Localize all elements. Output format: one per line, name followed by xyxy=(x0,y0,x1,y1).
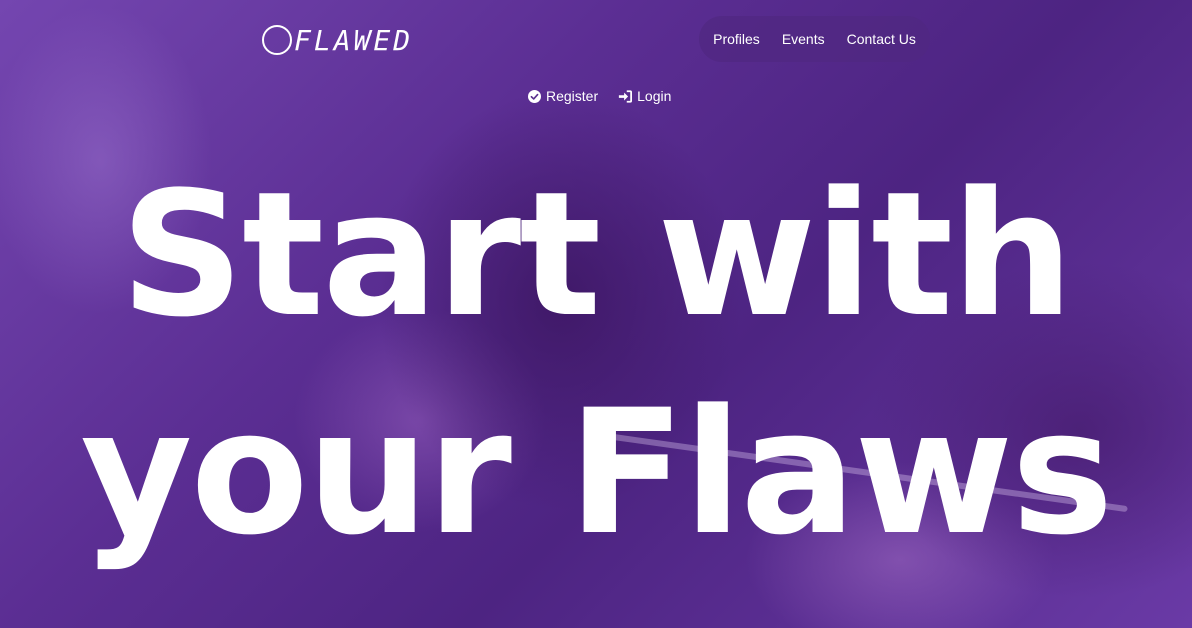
sign-in-icon xyxy=(619,89,633,103)
hero-headline-line-2: your Flaws xyxy=(80,372,1113,573)
nav-item-events[interactable]: Events xyxy=(782,31,825,47)
nav-item-profiles[interactable]: Profiles xyxy=(713,31,760,47)
brand-logo[interactable]: FLAWED xyxy=(262,20,413,60)
login-label: Login xyxy=(637,88,672,104)
nav-item-contact-us[interactable]: Contact Us xyxy=(847,31,916,47)
hero-headline: Start with your Flaws xyxy=(0,146,1192,582)
register-link[interactable]: Register xyxy=(528,88,598,104)
auth-links: Register Login xyxy=(528,88,671,104)
register-label: Register xyxy=(546,88,599,104)
main-nav: Profiles Events Contact Us xyxy=(699,16,930,62)
hero-headline-line-1: Start with xyxy=(120,154,1074,355)
login-link[interactable]: Login xyxy=(618,88,671,104)
brand-name: FLAWED xyxy=(294,23,414,57)
circle-logo-icon xyxy=(262,25,292,55)
check-circle-icon xyxy=(528,89,541,103)
